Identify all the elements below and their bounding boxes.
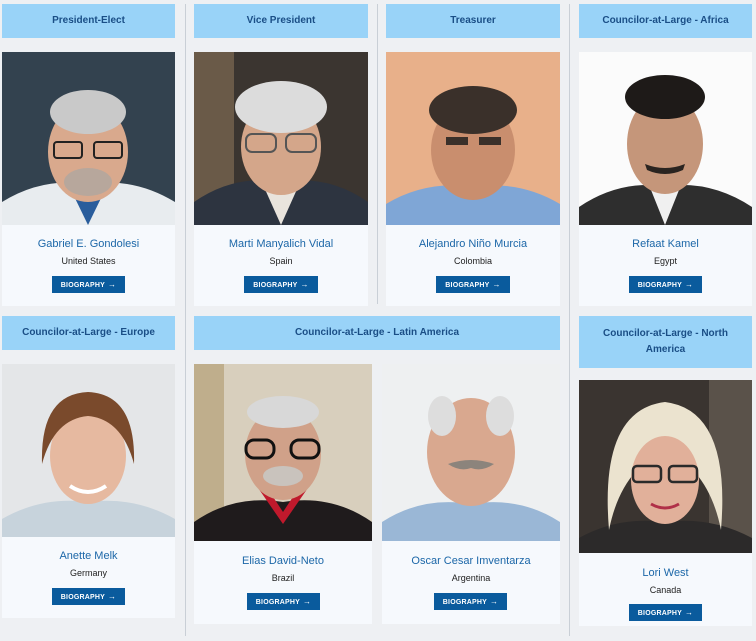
member-country: Spain [269,256,293,266]
group-header-north-america: Councilor-at-Large - North America [579,316,752,368]
biography-label: BIOGRAPHY [637,282,682,289]
member-name: Alejandro Niño Murcia [418,238,528,250]
member-country: Colombia [453,256,493,266]
biography-label: BIOGRAPHY [60,594,105,601]
biography-button[interactable]: BIOGRAPHY → [434,593,507,610]
group-header-africa: Councilor-at-Large - Africa [579,4,752,38]
member-card: Oscar Cesar Imventarza Argentina BIOGRAP… [382,364,560,624]
biography-button[interactable]: BIOGRAPHY → [629,604,702,621]
biography-label: BIOGRAPHY [60,282,105,289]
biography-button[interactable]: BIOGRAPHY → [436,276,510,293]
member-name: Elias David-Neto [242,555,324,567]
biography-button[interactable]: BIOGRAPHY → [52,276,125,293]
column-divider [377,4,378,304]
member-country: Egypt [653,256,677,266]
arrow-right-icon: → [685,608,694,617]
arrow-right-icon: → [490,597,499,606]
group-header-latin-america: Councilor-at-Large - Latin America [194,316,560,350]
arrow-right-icon: → [492,280,501,289]
member-name: Anette Melk [59,550,118,562]
group-header-vice-president: Vice President [194,4,368,38]
member-country: Canada [649,585,682,595]
member-photo [579,380,752,553]
member-card: Gabriel E. Gondolesi United States BIOGR… [2,52,175,306]
member-name: Gabriel E. Gondolesi [37,238,140,250]
biography-button[interactable]: BIOGRAPHY → [247,593,320,610]
member-country: Brazil [271,573,295,583]
member-photo [2,52,175,225]
biography-button[interactable]: BIOGRAPHY → [52,588,125,605]
member-card: Refaat Kamel Egypt BIOGRAPHY → [579,52,752,306]
member-card: Lori West Canada BIOGRAPHY → [579,380,752,626]
arrow-right-icon: → [685,280,694,289]
member-photo [194,52,368,225]
biography-label: BIOGRAPHY [442,599,487,606]
column-divider [185,4,186,636]
member-name: Refaat Kamel [632,238,699,250]
member-name: Lori West [642,567,689,579]
group-header-treasurer: Treasurer [386,4,560,38]
member-photo [2,364,175,537]
member-photo [194,364,372,541]
arrow-right-icon: → [108,280,117,289]
member-photo [579,52,752,225]
member-card: Anette Melk Germany BIOGRAPHY → [2,364,175,618]
member-name: Oscar Cesar Imventarza [411,555,531,567]
member-photo [382,364,560,541]
biography-button[interactable]: BIOGRAPHY → [244,276,318,293]
member-photo [386,52,560,225]
member-country: Argentina [451,573,491,583]
member-name: Marti Manyalich Vidal [228,238,334,250]
member-card: Marti Manyalich Vidal Spain BIOGRAPHY → [194,52,368,306]
biography-label: BIOGRAPHY [253,282,298,289]
arrow-right-icon: → [303,597,312,606]
biography-label: BIOGRAPHY [637,610,682,617]
group-header-europe: Councilor-at-Large - Europe [2,316,175,350]
arrow-right-icon: → [300,280,309,289]
member-card: Elias David-Neto Brazil BIOGRAPHY → [194,364,372,624]
biography-button[interactable]: BIOGRAPHY → [629,276,702,293]
member-country: United States [61,256,116,266]
member-country: Germany [69,568,107,578]
arrow-right-icon: → [108,592,117,601]
biography-label: BIOGRAPHY [445,282,490,289]
column-divider [569,4,570,636]
group-header-president-elect: President-Elect [2,4,175,38]
member-card: Alejandro Niño Murcia Colombia BIOGRAPHY… [386,52,560,306]
biography-label: BIOGRAPHY [255,599,300,606]
